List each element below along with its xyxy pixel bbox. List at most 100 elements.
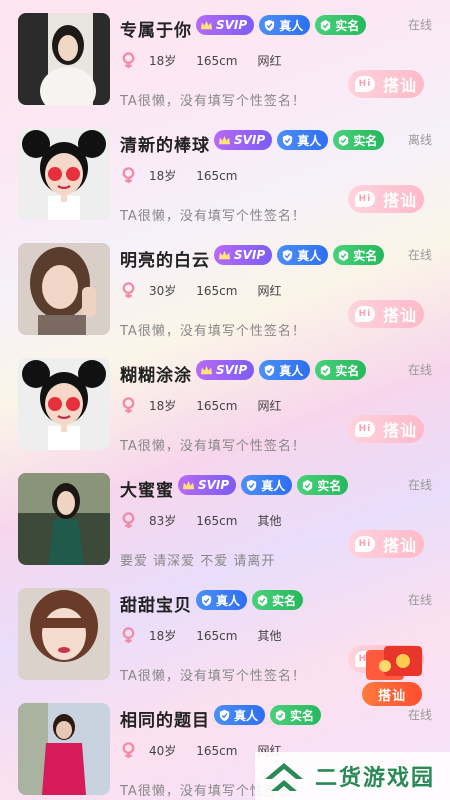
- avatar[interactable]: [18, 703, 110, 795]
- badge-label: 实名: [353, 133, 378, 148]
- badge-ident-icon: [339, 249, 349, 261]
- user-age: 30岁: [149, 284, 177, 298]
- user-card[interactable]: 大蜜蜜 SVIP 真人 实名 在线 83岁 165cm 其他 要爱 请深爱 不爱 请…: [0, 460, 450, 575]
- user-signature: TA很懒，没有填写个性签名！: [120, 209, 306, 224]
- user-card[interactable]: 专属于你 SVIP 真人 实名 在线 18岁 165cm 网红 TA很懒，没有填写个…: [0, 0, 450, 115]
- avatar[interactable]: [18, 243, 110, 335]
- badge-label: 实名: [335, 18, 360, 33]
- female-icon: [122, 512, 135, 529]
- chat-button-label: 搭讪: [382, 191, 417, 210]
- user-height: 165cm: [196, 283, 238, 298]
- badge-ident: 实名: [333, 130, 385, 150]
- badge-label: 真人: [297, 248, 322, 263]
- floating-chat-button[interactable]: 搭讪: [362, 682, 422, 706]
- badge-svip-icon: [200, 20, 213, 29]
- avatar[interactable]: [18, 128, 110, 220]
- user-age: 18岁: [149, 399, 177, 413]
- hi-icon: Hi: [354, 536, 375, 552]
- female-icon: [122, 282, 135, 299]
- chat-button[interactable]: Hi 搭讪: [348, 530, 424, 558]
- user-age: 18岁: [149, 54, 177, 68]
- badge-real: 真人: [277, 130, 329, 150]
- badge-ident-icon: [303, 479, 313, 491]
- user-tag: 网红: [257, 284, 282, 298]
- badge-label: 实名: [353, 248, 378, 263]
- watermark: 二货游戏园: [255, 752, 450, 800]
- badge-svip: SVIP: [214, 130, 273, 150]
- chat-button[interactable]: Hi 搭讪: [348, 415, 424, 443]
- chat-button[interactable]: Hi 搭讪: [348, 185, 424, 213]
- user-name: 糊糊涂涂: [120, 366, 192, 386]
- chat-button-label: 搭讪: [382, 76, 417, 95]
- user-tag: 其他: [257, 514, 282, 528]
- user-height: 165cm: [196, 168, 238, 183]
- badge-ident: 实名: [270, 705, 322, 725]
- user-name: 甜甜宝贝: [120, 596, 192, 616]
- user-height: 165cm: [196, 513, 238, 528]
- user-name: 明亮的白云: [120, 251, 210, 271]
- badge-ident: 实名: [315, 360, 367, 380]
- female-icon: [122, 52, 135, 69]
- badge-label: 真人: [216, 593, 241, 608]
- user-age: 83岁: [149, 514, 177, 528]
- chat-button-label: 搭讪: [382, 536, 417, 555]
- badge-label: 真人: [279, 18, 304, 33]
- user-name: 大蜜蜜: [120, 481, 174, 501]
- badge-group: 真人 实名: [214, 705, 322, 725]
- user-signature: TA很懒，没有填写个性签名！: [120, 669, 306, 684]
- user-tag: 其他: [257, 629, 282, 643]
- user-info: 30岁 165cm 网红: [120, 282, 302, 299]
- hi-icon: Hi: [354, 306, 375, 322]
- badge-label: SVIP: [234, 248, 266, 262]
- female-icon: [122, 397, 135, 414]
- badge-real: 真人: [214, 705, 266, 725]
- watermark-text: 二货游戏园: [315, 766, 436, 791]
- user-card[interactable]: 糊糊涂涂 SVIP 真人 实名 在线 18岁 165cm 网红 TA很懒，没有填写个…: [0, 345, 450, 460]
- chat-button-label: 搭讪: [382, 306, 417, 325]
- badge-real-icon: [265, 364, 275, 376]
- badge-label: SVIP: [216, 363, 248, 377]
- badge-real-icon: [219, 709, 230, 721]
- online-status: 在线: [407, 363, 432, 377]
- badge-label: 实名: [317, 478, 342, 493]
- user-info: 18岁 165cm: [120, 167, 277, 184]
- badge-svip-icon: [218, 250, 231, 259]
- female-icon: [122, 167, 135, 184]
- hi-icon: Hi: [354, 191, 375, 207]
- badge-svip: SVIP: [196, 360, 255, 380]
- user-signature: 要爱 请深爱 不爱 请离开: [120, 554, 276, 569]
- user-name: 清新的棒球: [120, 136, 210, 156]
- user-signature: TA很懒，没有填写个性签名！: [120, 324, 306, 339]
- user-card[interactable]: 明亮的白云 SVIP 真人 实名 在线 30岁 165cm 网红 TA很懒，没有填写…: [0, 230, 450, 345]
- chat-button[interactable]: Hi 搭讪: [348, 70, 424, 98]
- user-signature: TA很懒，没有填写个性签名！: [120, 94, 306, 109]
- user-name: 相同的题目: [120, 711, 210, 731]
- female-icon: [122, 627, 135, 644]
- badge-label: SVIP: [216, 18, 248, 32]
- badge-svip-icon: [182, 480, 195, 489]
- badge-group: SVIP 真人 实名: [196, 15, 367, 35]
- double-chevron-logo: [265, 763, 303, 791]
- user-age: 18岁: [149, 629, 177, 643]
- chat-button[interactable]: Hi 搭讪: [348, 300, 424, 328]
- badge-label: 真人: [279, 363, 304, 378]
- female-icon: [122, 742, 135, 759]
- badge-label: SVIP: [198, 478, 230, 492]
- avatar[interactable]: [18, 473, 110, 565]
- badge-label: 真人: [297, 133, 322, 148]
- badge-group: SVIP 真人 实名: [178, 475, 349, 495]
- badge-ident: 实名: [315, 15, 367, 35]
- online-status: 在线: [407, 593, 432, 607]
- user-info: 18岁 165cm 网红: [120, 52, 302, 69]
- avatar[interactable]: [18, 588, 110, 680]
- user-height: 165cm: [196, 398, 238, 413]
- badge-svip-icon: [218, 135, 231, 144]
- badge-group: SVIP 真人 实名: [214, 245, 385, 265]
- user-height: 165cm: [196, 628, 238, 643]
- user-height: 165cm: [196, 743, 238, 758]
- online-status: 在线: [407, 18, 432, 32]
- avatar[interactable]: [18, 358, 110, 450]
- avatar[interactable]: [18, 13, 110, 105]
- badge-group: 真人 实名: [196, 590, 304, 610]
- user-card[interactable]: 清新的棒球 SVIP 真人 实名 离线 18岁 165cm TA很懒，没有填写个性签…: [0, 115, 450, 230]
